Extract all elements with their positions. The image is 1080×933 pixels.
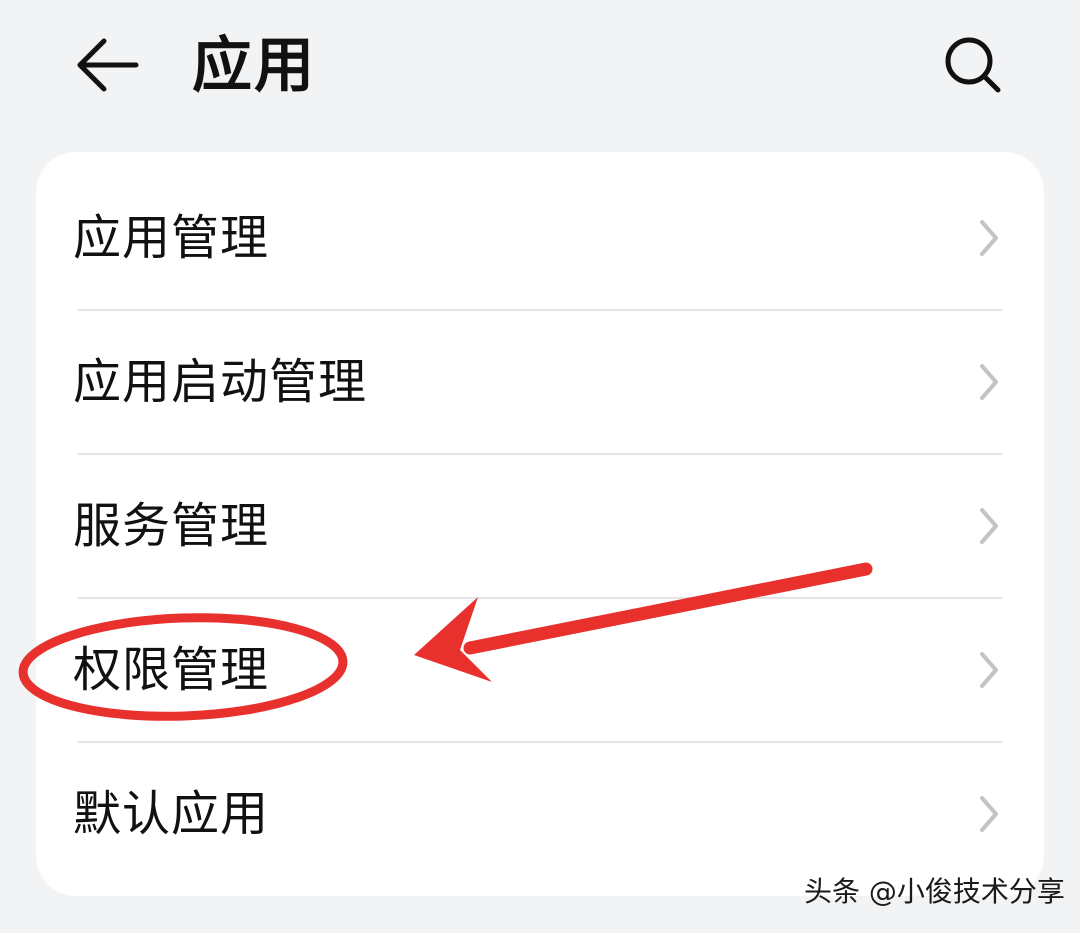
chevron-right-icon [980, 508, 998, 544]
header-bar: 应用 [0, 0, 1080, 130]
back-button[interactable] [70, 30, 146, 100]
menu-item-label: 默认应用 [73, 786, 270, 842]
menu-item-label: 服务管理 [73, 498, 270, 554]
search-icon [945, 37, 1001, 93]
menu-item-label: 权限管理 [73, 642, 270, 698]
menu-item-app-launch-management[interactable]: 应用启动管理 [36, 310, 1044, 454]
app-settings-page: 应用 应用管理 应用启动管理 服务管理 权限管理 默认应用 头条 @小俊技术分享 [0, 0, 1080, 933]
menu-item-service-management[interactable]: 服务管理 [36, 454, 1044, 598]
chevron-right-icon [980, 652, 998, 688]
menu-card: 应用管理 应用启动管理 服务管理 权限管理 默认应用 [36, 152, 1044, 896]
menu-item-permission-management[interactable]: 权限管理 [36, 598, 1044, 742]
arrow-left-icon [77, 38, 139, 92]
menu-item-default-apps[interactable]: 默认应用 [36, 742, 1044, 886]
menu-item-label: 应用管理 [73, 210, 270, 266]
chevron-right-icon [980, 220, 998, 256]
menu-item-label: 应用启动管理 [73, 354, 368, 410]
chevron-right-icon [980, 796, 998, 832]
watermark: 头条 @小俊技术分享 [804, 875, 1065, 908]
menu-item-app-management[interactable]: 应用管理 [36, 166, 1044, 310]
page-title: 应用 [192, 31, 316, 101]
search-button[interactable] [938, 30, 1008, 100]
chevron-right-icon [980, 364, 998, 400]
